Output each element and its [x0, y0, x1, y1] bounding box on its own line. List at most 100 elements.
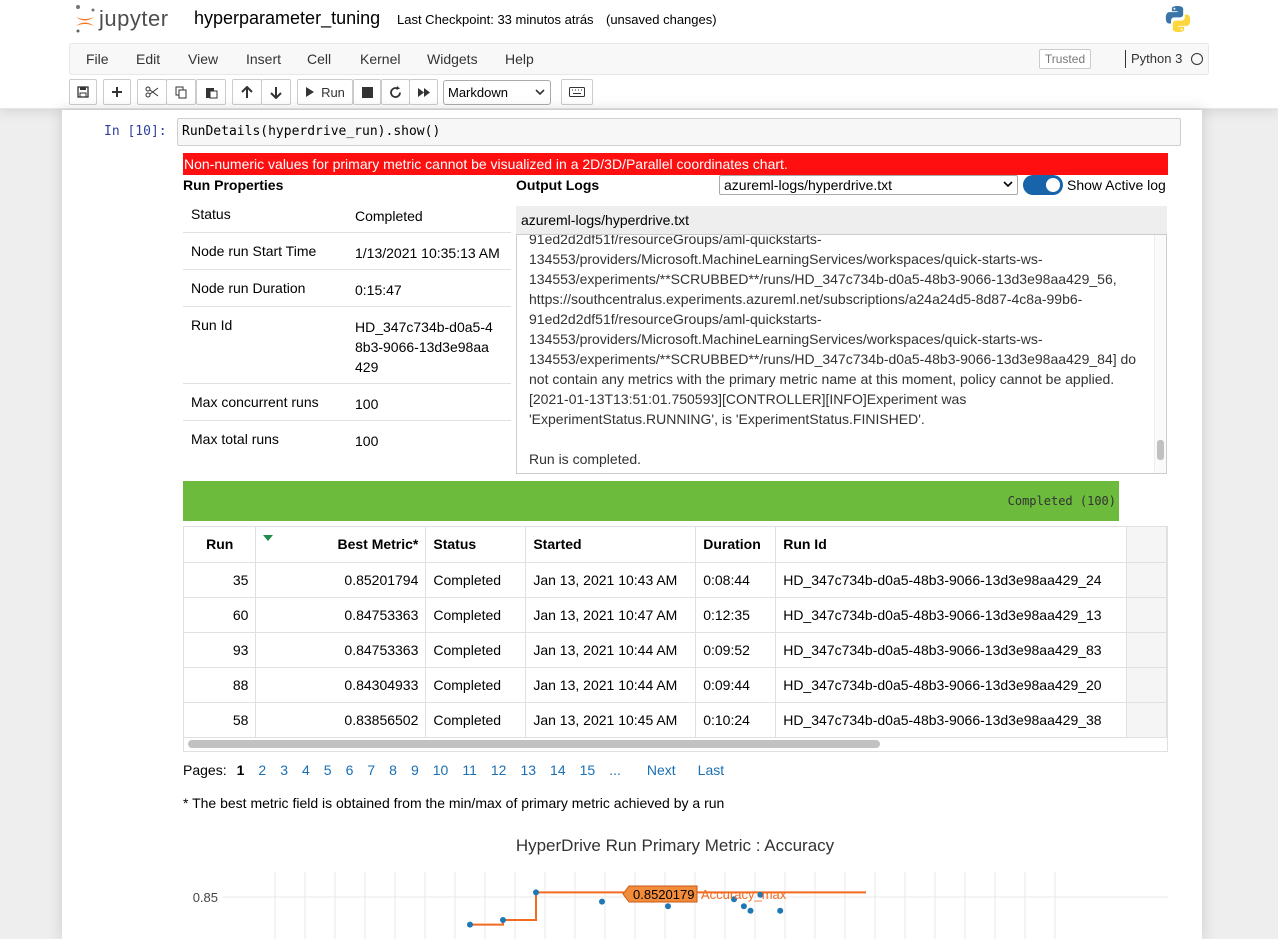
page-link-15[interactable]: 15 — [580, 762, 596, 778]
log-scrollbar-thumb[interactable] — [1157, 440, 1164, 460]
column-header-started[interactable]: Started — [525, 527, 697, 563]
next-page-link[interactable]: Next — [647, 762, 676, 778]
table-cell: Completed — [425, 597, 527, 633]
property-value: 1/13/2021 10:35:13 AM — [355, 245, 500, 261]
property-key: Node run Start Time — [191, 243, 317, 259]
move-down-button[interactable] — [261, 79, 291, 105]
log-file-select[interactable]: azureml-logs/hyperdrive.txt — [719, 175, 1018, 195]
save-button[interactable] — [69, 79, 97, 105]
page-link-5[interactable]: 5 — [324, 762, 332, 778]
table-row[interactable]: 88 0.84304933 Completed Jan 13, 2021 10:44 … — [184, 667, 1167, 703]
menu-bar: File Edit View Insert Cell Kernel Widget… — [69, 43, 1209, 75]
menu-cell[interactable]: Cell — [307, 51, 331, 67]
jupyter-logo[interactable]: jupyter — [74, 4, 169, 34]
trusted-indicator[interactable]: Trusted — [1039, 49, 1091, 69]
property-row: Node run Duration 0:15:47 — [183, 270, 511, 307]
log-text: 91ed2d2df51f/resourceGroups/aml-quicksta… — [529, 235, 1144, 469]
chart-marks: 0.85 0.8520179 Accuracy_max — [193, 885, 866, 928]
paste-button[interactable] — [196, 79, 226, 105]
page-link-1[interactable]: 1 — [237, 762, 245, 778]
log-output[interactable]: 91ed2d2df51f/resourceGroups/aml-quicksta… — [516, 234, 1167, 474]
interrupt-button[interactable] — [353, 79, 381, 105]
cut-button[interactable] — [137, 79, 167, 105]
checkpoint-status: Last Checkpoint: 33 minutos atrás — [397, 12, 594, 27]
max-series-label: Accuracy_max — [701, 887, 787, 902]
table-row[interactable]: 35 0.85201794 Completed Jan 13, 2021 10:43 … — [184, 562, 1167, 598]
input-prompt: In [10]: — [104, 124, 167, 139]
table-cell: 0.84753363 — [255, 597, 427, 633]
chart-grid — [223, 872, 1168, 939]
progress-label: Completed (100) — [1007, 494, 1116, 508]
kernel-name[interactable]: Python 3 — [1131, 51, 1182, 66]
run-button[interactable]: Run — [297, 79, 353, 105]
kernel-idle-icon — [1191, 53, 1203, 65]
table-cell-filler — [1126, 562, 1167, 598]
cell-type-select[interactable]: Markdown — [443, 80, 551, 105]
column-header-filler — [1126, 527, 1167, 563]
restart-run-all-button[interactable] — [409, 79, 438, 105]
paste-icon — [205, 87, 217, 98]
data-point — [467, 921, 473, 928]
table-cell: HD_347c734b-d0a5-48b3-9066-13d3e98aa429_… — [775, 632, 1127, 668]
last-page-link[interactable]: Last — [698, 762, 724, 778]
runs-table: Run Best Metric* Status Started Duration… — [183, 526, 1168, 752]
page-link-14[interactable]: 14 — [550, 762, 566, 778]
property-value: 0:15:47 — [355, 282, 402, 298]
chart-title: HyperDrive Run Primary Metric : Accuracy — [515, 836, 835, 855]
page-ellipsis: ... — [609, 762, 621, 778]
log-line: https://southcentralus.experiments.azure… — [529, 291, 1083, 307]
restart-button[interactable] — [381, 79, 410, 105]
column-header-duration[interactable]: Duration — [695, 527, 777, 563]
table-cell: Completed — [425, 632, 527, 668]
pagination: Pages: 1 2 3 4 5 6 7 8 9 10 11 12 13 14 … — [183, 762, 738, 778]
menu-insert[interactable]: Insert — [246, 51, 281, 67]
table-cell: 0.84304933 — [255, 667, 427, 703]
menu-widgets[interactable]: Widgets — [427, 51, 478, 67]
kernel-separator — [1125, 50, 1126, 68]
copy-button[interactable] — [166, 79, 196, 105]
page-link-11[interactable]: 11 — [462, 762, 477, 778]
cell-type-value: Markdown — [448, 85, 508, 100]
log-line: 91ed2d2df51f/resourceGroups/aml-quicksta… — [529, 311, 822, 327]
primary-metric-chart: 0.85 0.8520179 Accuracy_max — [193, 872, 1168, 939]
column-header-best-metric[interactable]: Best Metric* — [255, 527, 427, 563]
log-file-value: azureml-logs/hyperdrive.txt — [724, 177, 893, 193]
page-link-7[interactable]: 7 — [367, 762, 375, 778]
table-cell: Jan 13, 2021 10:44 AM — [525, 632, 697, 668]
table-cell: Jan 13, 2021 10:43 AM — [525, 562, 697, 598]
page-link-9[interactable]: 9 — [411, 762, 419, 778]
page-link-4[interactable]: 4 — [302, 762, 310, 778]
show-active-log-toggle[interactable] — [1023, 175, 1063, 195]
log-scrollbar[interactable] — [1154, 235, 1166, 473]
run-progress-bar: Completed (100) — [183, 481, 1119, 521]
menu-help[interactable]: Help — [505, 51, 534, 67]
menu-edit[interactable]: Edit — [136, 51, 160, 67]
table-horizontal-scrollbar[interactable] — [188, 740, 880, 748]
menu-view[interactable]: View — [188, 51, 218, 67]
page-link-8[interactable]: 8 — [389, 762, 397, 778]
table-cell: 88 — [184, 667, 257, 703]
page-link-6[interactable]: 6 — [346, 762, 354, 778]
run-properties-title: Run Properties — [183, 177, 284, 193]
code-input[interactable]: RunDetails(hyperdrive_run).show() — [177, 118, 1181, 146]
column-header-run[interactable]: Run — [184, 527, 257, 563]
page-link-3[interactable]: 3 — [280, 762, 288, 778]
data-point — [599, 898, 605, 905]
notebook-title[interactable]: hyperparameter_tuning — [194, 8, 380, 29]
data-point — [500, 917, 506, 923]
table-row[interactable]: 93 0.84753363 Completed Jan 13, 2021 10:44 … — [184, 632, 1167, 668]
property-value: Completed — [355, 208, 423, 224]
column-header-status[interactable]: Status — [425, 527, 527, 563]
command-palette-button[interactable] — [561, 79, 593, 105]
table-row[interactable]: 60 0.84753363 Completed Jan 13, 2021 10:47 … — [184, 597, 1167, 633]
menu-file[interactable]: File — [86, 51, 109, 67]
page-link-10[interactable]: 10 — [433, 762, 449, 778]
column-header-run-id[interactable]: Run Id — [775, 527, 1127, 563]
move-up-button[interactable] — [232, 79, 262, 105]
page-link-12[interactable]: 12 — [491, 762, 507, 778]
page-link-2[interactable]: 2 — [258, 762, 266, 778]
insert-cell-button[interactable] — [103, 79, 131, 105]
table-row[interactable]: 58 0.83856502 Completed Jan 13, 2021 10:45 … — [184, 702, 1167, 738]
page-link-13[interactable]: 13 — [520, 762, 536, 778]
menu-kernel[interactable]: Kernel — [360, 51, 400, 67]
